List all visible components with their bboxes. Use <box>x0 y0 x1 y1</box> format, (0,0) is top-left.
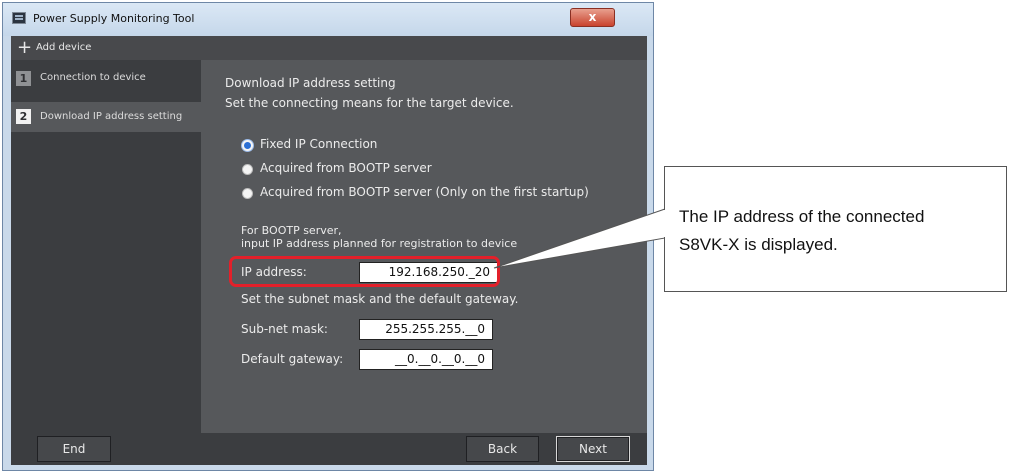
callout-text: The IP address of the connected S8VK-X i… <box>679 203 1004 259</box>
callout-line1: The IP address of the connected <box>679 207 925 226</box>
callout-line2: S8VK-X is displayed. <box>679 235 838 254</box>
